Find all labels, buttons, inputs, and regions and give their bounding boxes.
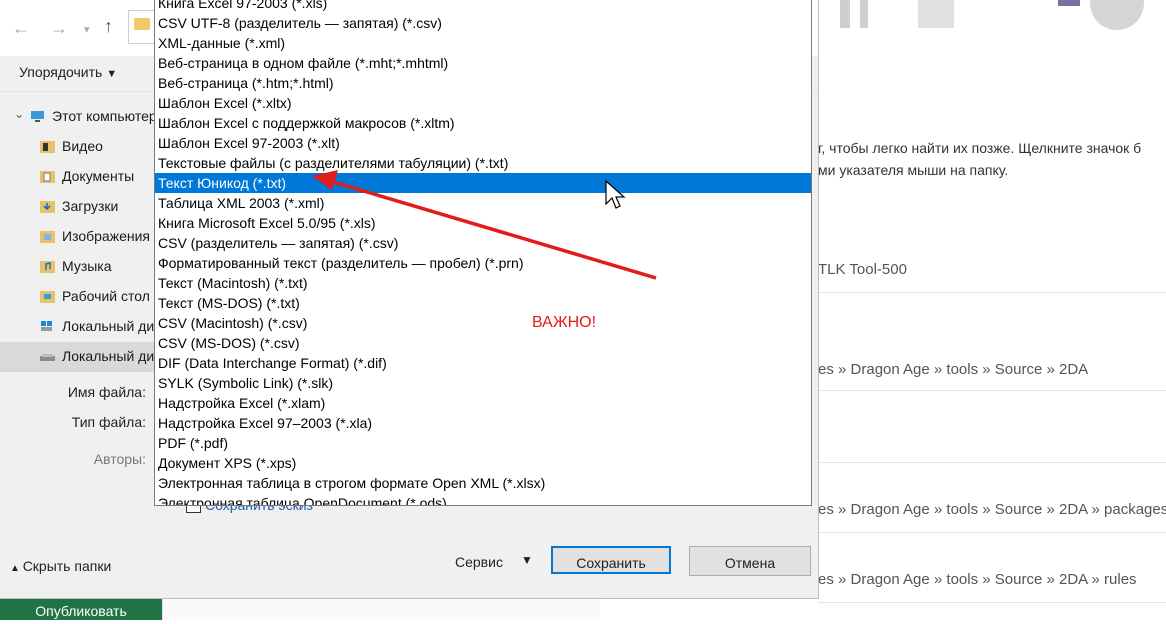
file-type-option[interactable]: Веб-страница в одном файле (*.mht;*.mhtm… bbox=[155, 53, 811, 73]
file-type-dropdown-list[interactable]: Книга Excel 97-2003 (*.xls) CSV UTF-8 (ра… bbox=[154, 0, 812, 506]
backstage-graphic bbox=[840, 0, 850, 28]
caret-down-icon: ▼ bbox=[106, 68, 118, 80]
mouse-pointer-icon bbox=[605, 180, 626, 209]
tree-item-music[interactable]: Музыка bbox=[0, 252, 160, 282]
tree-item-documents[interactable]: Документы bbox=[0, 162, 160, 192]
chevron-down-icon[interactable]: ▾ bbox=[84, 23, 90, 36]
drive-icon bbox=[40, 354, 55, 361]
recent-folder[interactable]: es » Dragon Age » tools » Source » 2DA »… bbox=[818, 571, 1137, 588]
desktop-folder-icon bbox=[40, 291, 55, 303]
avatar bbox=[1058, 0, 1080, 6]
tree-item-label: Документы bbox=[62, 168, 135, 184]
file-type-option[interactable]: Надстройка Excel 97–2003 (*.xla) bbox=[155, 413, 811, 433]
divider bbox=[818, 292, 1166, 293]
backstage-graphic bbox=[860, 0, 868, 28]
file-type-option[interactable]: DIF (Data Interchange Format) (*.dif) bbox=[155, 353, 811, 373]
computer-icon bbox=[31, 111, 44, 122]
backstage-graphic bbox=[918, 0, 954, 28]
file-type-option[interactable]: CSV (Macintosh) (*.csv) bbox=[155, 313, 811, 333]
backstage-graphic bbox=[1090, 0, 1144, 30]
hide-folders-toggle[interactable]: ▲ Скрыть папки bbox=[10, 558, 111, 574]
file-type-option[interactable]: Надстройка Excel (*.xlam) bbox=[155, 393, 811, 413]
music-folder-icon bbox=[40, 261, 55, 273]
file-type-option[interactable]: Шаблон Excel с поддержкой макросов (*.xl… bbox=[155, 113, 811, 133]
hide-folders-label: Скрыть папки bbox=[22, 558, 112, 574]
divider bbox=[162, 598, 163, 620]
backstage-description: г, чтобы легко найти их позже. Щелкните … bbox=[818, 140, 1142, 156]
file-type-option[interactable]: CSV UTF-8 (разделитель — запятая) (*.csv… bbox=[155, 13, 811, 33]
annotation-label: ВАЖНО! bbox=[532, 314, 597, 331]
divider bbox=[818, 532, 1166, 533]
caret-down-icon[interactable]: ▼ bbox=[521, 553, 533, 567]
cancel-button[interactable]: Отмена bbox=[689, 546, 811, 576]
file-type-option[interactable]: Таблица XML 2003 (*.xml) bbox=[155, 193, 811, 213]
file-type-option[interactable]: CSV (разделитель — запятая) (*.csv) bbox=[155, 233, 811, 253]
tree-item-label: Загрузки bbox=[62, 198, 119, 214]
tree-item-label: Локальный диск bbox=[62, 348, 160, 364]
file-type-option[interactable]: Книга Microsoft Excel 5.0/95 (*.xls) bbox=[155, 213, 811, 233]
folder-icon bbox=[134, 18, 150, 30]
divider bbox=[818, 602, 1166, 603]
file-type-option[interactable]: XML-данные (*.xml) bbox=[155, 33, 811, 53]
file-type-option[interactable]: Шаблон Excel 97-2003 (*.xlt) bbox=[155, 133, 811, 153]
forward-arrow-icon[interactable]: → bbox=[50, 18, 68, 39]
recent-folder[interactable]: es » Dragon Age » tools » Source » 2DA »… bbox=[818, 501, 1166, 518]
tree-item-label: Рабочий стол bbox=[62, 288, 150, 304]
file-type-option[interactable]: Текст (Macintosh) (*.txt) bbox=[155, 273, 811, 293]
divider bbox=[818, 390, 1166, 391]
tree-item-label: Локальный диск bbox=[62, 318, 160, 334]
tree-item-label: Музыка bbox=[62, 258, 112, 274]
downloads-folder-icon bbox=[40, 201, 55, 213]
tree-item-this-pc[interactable]: ⌄ Этот компьютер bbox=[0, 102, 160, 132]
file-type-option[interactable]: Веб-страница (*.htm;*.html) bbox=[155, 73, 811, 93]
tree-item-label: Видео bbox=[62, 138, 103, 154]
tree-item-local-disk-d[interactable]: Локальный диск bbox=[0, 342, 160, 372]
tree-item-pictures[interactable]: Изображения bbox=[0, 222, 160, 252]
organize-menu[interactable]: Упорядочить ▼ bbox=[19, 64, 117, 80]
tree-item-video[interactable]: Видео bbox=[0, 132, 160, 162]
tree-item-label: Изображения bbox=[62, 228, 150, 244]
file-type-option[interactable]: Текст (MS-DOS) (*.txt) bbox=[155, 293, 811, 313]
video-folder-icon bbox=[40, 141, 55, 153]
file-type-option[interactable]: PDF (*.pdf) bbox=[155, 433, 811, 453]
save-button[interactable]: Сохранить bbox=[551, 546, 671, 574]
tree-item-desktop[interactable]: Рабочий стол bbox=[0, 282, 160, 312]
file-type-option[interactable]: Книга Excel 97-2003 (*.xls) bbox=[155, 0, 811, 13]
divider bbox=[818, 462, 1166, 463]
filetype-label: Тип файла: bbox=[71, 414, 146, 430]
tree-item-downloads[interactable]: Загрузки bbox=[0, 192, 160, 222]
recent-folder[interactable]: TLK Tool-500 bbox=[818, 261, 907, 278]
recent-folder[interactable]: es » Dragon Age » tools » Source » 2DA bbox=[818, 361, 1088, 378]
file-type-option[interactable]: Электронная таблица в строгом формате Op… bbox=[155, 473, 811, 493]
publish-button[interactable]: Опубликовать bbox=[0, 598, 162, 620]
file-type-option[interactable]: Документ XPS (*.xps) bbox=[155, 453, 811, 473]
file-type-option[interactable]: Электронная таблица OpenDocument (*.ods) bbox=[155, 493, 811, 505]
documents-folder-icon bbox=[40, 171, 55, 183]
service-menu[interactable]: Сервис bbox=[455, 554, 503, 570]
up-arrow-icon[interactable]: ↑ bbox=[104, 16, 113, 37]
file-type-option[interactable]: Форматированный текст (разделитель — про… bbox=[155, 253, 811, 273]
organize-label: Упорядочить bbox=[19, 64, 103, 80]
caret-up-icon: ▲ bbox=[10, 563, 23, 574]
pictures-folder-icon bbox=[40, 231, 55, 243]
file-type-option[interactable]: SYLK (Symbolic Link) (*.slk) bbox=[155, 373, 811, 393]
back-arrow-icon[interactable]: ← bbox=[12, 18, 30, 39]
filename-label: Имя файла: bbox=[67, 384, 146, 400]
backstage-description: ми указателя мыши на папку. bbox=[818, 162, 1009, 178]
file-type-option[interactable]: Текстовые файлы (с разделителями табуляц… bbox=[155, 153, 811, 173]
folder-tree: ⌄ Этот компьютер Видео Документы Загрузк… bbox=[0, 100, 160, 380]
expand-arrow-icon[interactable]: ⌄ bbox=[14, 107, 24, 121]
file-type-option-selected[interactable]: Текст Юникод (*.txt) bbox=[155, 173, 811, 193]
file-type-option[interactable]: CSV (MS-DOS) (*.csv) bbox=[155, 333, 811, 353]
authors-label: Авторы: bbox=[93, 451, 146, 467]
tree-item-label: Этот компьютер bbox=[52, 108, 157, 124]
tree-item-local-disk-c[interactable]: Локальный диск bbox=[0, 312, 160, 342]
windows-drive-icon bbox=[41, 321, 52, 331]
file-type-option[interactable]: Шаблон Excel (*.xltx) bbox=[155, 93, 811, 113]
